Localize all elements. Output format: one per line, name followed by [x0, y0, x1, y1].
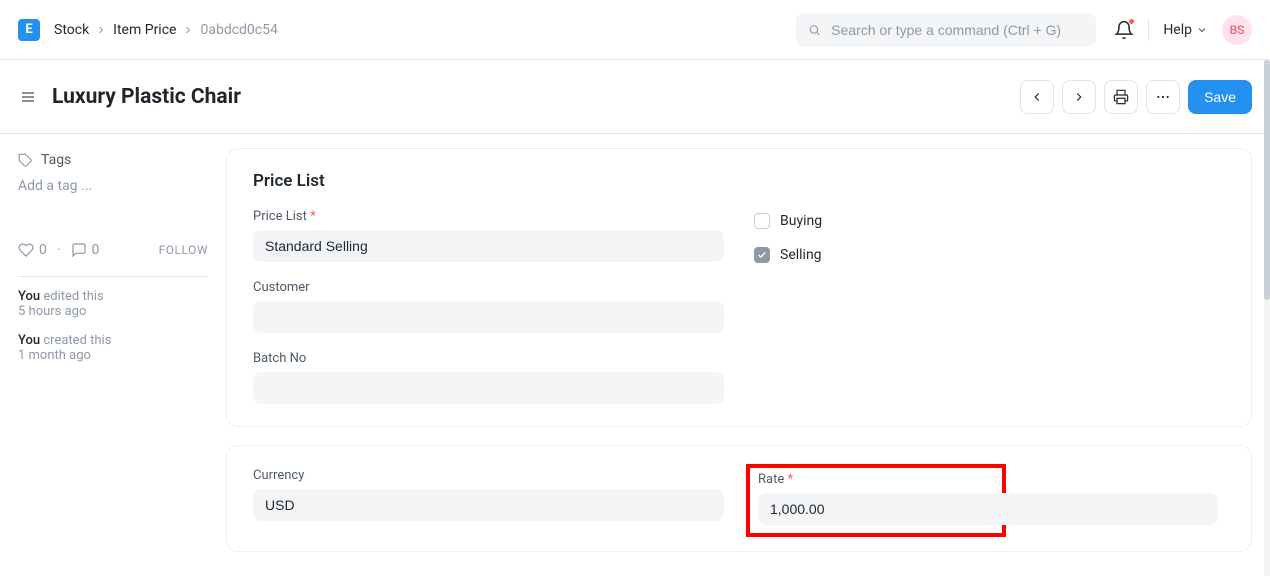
checkbox-checked-icon [754, 247, 770, 263]
user-avatar[interactable]: BS [1222, 15, 1252, 45]
breadcrumb-stock[interactable]: Stock [54, 22, 89, 38]
rate-input[interactable] [758, 493, 1218, 525]
next-button[interactable] [1062, 80, 1096, 114]
help-menu[interactable]: Help [1163, 22, 1208, 38]
section-title: Price List [253, 171, 1225, 191]
price-list-card: Price List Price List * Customer Batch N… [226, 148, 1252, 427]
currency-field: Currency [253, 468, 724, 521]
activity-action: created this [43, 333, 111, 348]
activity-who: You [18, 333, 40, 348]
price-list-input[interactable] [253, 230, 724, 262]
likes-count: 0 [39, 242, 47, 258]
field-label: Price List * [253, 209, 724, 224]
chevron-right-icon [1072, 90, 1086, 104]
topbar: E Stock Item Price 0abdcd0c54 Help BS [0, 0, 1270, 60]
save-button[interactable]: Save [1188, 80, 1252, 114]
body: Tags Add a tag ... 0 · 0 FOLLOW You edit… [0, 134, 1270, 576]
activity-when: 1 month ago [18, 348, 91, 363]
comments-count: 0 [92, 242, 100, 258]
likes[interactable]: 0 [18, 242, 47, 258]
field-label: Batch No [253, 351, 724, 366]
scrollbar-thumb[interactable] [1264, 60, 1270, 300]
currency-input[interactable] [253, 489, 724, 521]
divider [18, 276, 208, 277]
divider [1148, 19, 1149, 41]
chevron-down-icon [1196, 24, 1208, 36]
title-actions: Save [1020, 80, 1252, 114]
comments[interactable]: 0 [71, 242, 100, 258]
customer-field: Customer [253, 280, 724, 333]
chevron-right-icon [95, 24, 107, 36]
page-title: Luxury Plastic Chair [52, 85, 241, 109]
title-bar: Luxury Plastic Chair Save [0, 60, 1270, 134]
checkbox-unchecked-icon [754, 213, 770, 229]
notification-dot [1129, 19, 1134, 24]
field-label: Rate * [758, 472, 994, 487]
more-actions-button[interactable] [1146, 80, 1180, 114]
buying-checkbox-row[interactable]: Buying [754, 211, 1225, 231]
right-column: Buying Selling [754, 209, 1225, 404]
left-column: Price List * Customer Batch No [253, 209, 724, 404]
add-tag[interactable]: Add a tag ... [18, 178, 208, 194]
breadcrumb-current: 0abdcd0c54 [200, 22, 277, 38]
search-input[interactable] [831, 22, 1084, 38]
rate-highlight: Rate * [746, 464, 1006, 537]
activity-when: 5 hours ago [18, 304, 86, 319]
chevron-left-icon [1030, 90, 1044, 104]
batch-no-field: Batch No [253, 351, 724, 404]
help-label: Help [1163, 22, 1192, 38]
app-logo[interactable]: E [18, 19, 40, 41]
menu-icon [18, 89, 38, 105]
tag-icon [18, 153, 33, 168]
tags-label: Tags [41, 152, 71, 168]
currency-rate-card: Currency Rate * [226, 445, 1252, 552]
engagement-row: 0 · 0 FOLLOW [18, 242, 208, 258]
breadcrumb-item-price[interactable]: Item Price [113, 22, 176, 38]
left-column: Currency [253, 468, 724, 529]
selling-checkbox-row[interactable]: Selling [754, 245, 1225, 265]
printer-icon [1113, 89, 1129, 105]
dot-separator: · [57, 242, 61, 258]
sidebar-toggle[interactable] [18, 89, 38, 105]
comment-icon [71, 242, 87, 258]
rate-field: Rate * [758, 472, 994, 525]
global-search[interactable] [796, 13, 1096, 47]
activity-action: edited this [43, 289, 103, 304]
breadcrumb: Stock Item Price 0abdcd0c54 [54, 22, 278, 38]
print-button[interactable] [1104, 80, 1138, 114]
buying-label: Buying [780, 213, 822, 229]
field-label: Currency [253, 468, 724, 483]
activity-entry: You created this 1 month ago [18, 333, 208, 363]
dots-horizontal-icon [1155, 89, 1171, 105]
activity-who: You [18, 289, 40, 304]
prev-button[interactable] [1020, 80, 1054, 114]
field-label: Customer [253, 280, 724, 295]
price-list-field: Price List * [253, 209, 724, 262]
sidebar: Tags Add a tag ... 0 · 0 FOLLOW You edit… [0, 134, 226, 576]
customer-input[interactable] [253, 301, 724, 333]
chevron-right-icon [182, 24, 194, 36]
notifications-button[interactable] [1114, 20, 1134, 40]
batch-no-input[interactable] [253, 372, 724, 404]
search-icon [808, 23, 821, 37]
main-content: Price List Price List * Customer Batch N… [226, 134, 1270, 576]
right-column: Rate * [754, 468, 1225, 529]
heart-icon [18, 242, 34, 258]
selling-label: Selling [780, 247, 822, 263]
activity-entry: You edited this 5 hours ago [18, 289, 208, 319]
tags-header: Tags [18, 152, 208, 168]
follow-button[interactable]: FOLLOW [159, 243, 208, 257]
